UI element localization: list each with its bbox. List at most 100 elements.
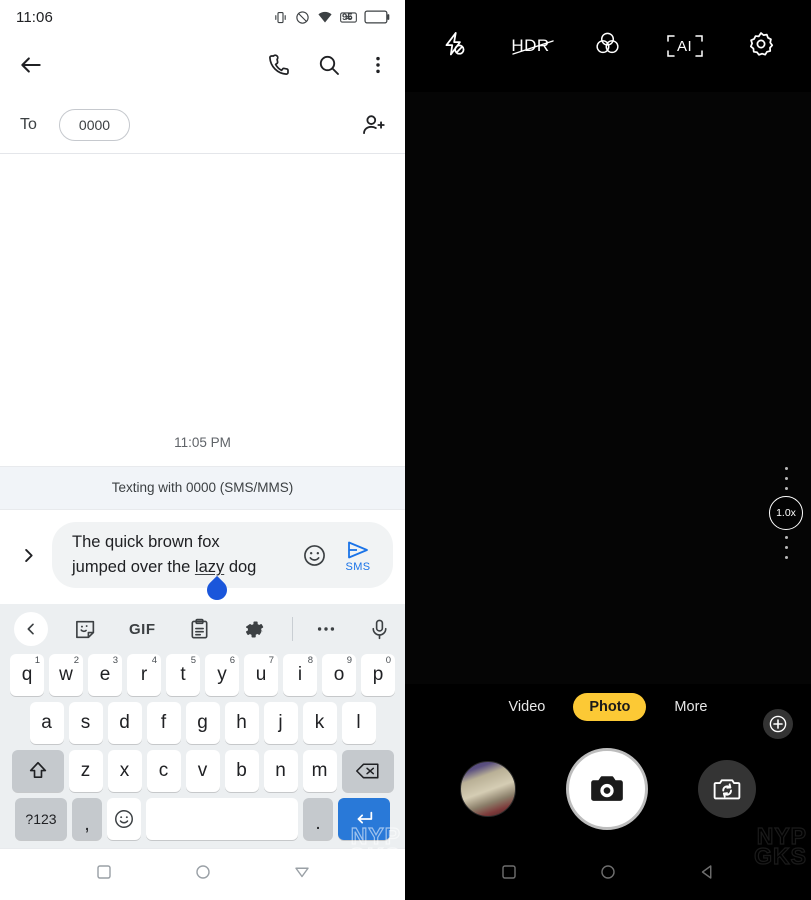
- recents-button[interactable]: [95, 863, 113, 886]
- shift-key[interactable]: [11, 750, 64, 792]
- more-horizontal-icon[interactable]: [315, 618, 337, 640]
- key-k[interactable]: k: [302, 702, 337, 744]
- send-button[interactable]: SMS: [335, 538, 381, 573]
- message-input[interactable]: The quick brown fox jumped over the lazy …: [52, 522, 393, 588]
- mode-more[interactable]: More: [662, 693, 719, 721]
- key-c[interactable]: c: [146, 750, 181, 792]
- add-person-icon[interactable]: [361, 112, 387, 138]
- key-p[interactable]: 0p: [361, 654, 395, 696]
- flip-camera-icon: [713, 779, 741, 800]
- zoom-dot: [784, 546, 788, 549]
- shift-icon: [29, 761, 46, 778]
- keyboard-toolbar: GIF: [0, 604, 405, 654]
- mode-photo[interactable]: Photo: [573, 693, 647, 721]
- mode-video[interactable]: Video: [497, 693, 558, 721]
- enter-key[interactable]: [338, 798, 390, 840]
- gif-button[interactable]: GIF: [129, 621, 156, 638]
- settings-gear-icon[interactable]: [243, 618, 266, 641]
- sms-banner: Texting with 0000 (SMS/MMS): [0, 466, 405, 510]
- sticker-icon[interactable]: [74, 618, 97, 641]
- emoji-key[interactable]: [107, 798, 141, 840]
- back-button[interactable]: [698, 863, 716, 886]
- key-b[interactable]: b: [224, 750, 259, 792]
- back-arrow-icon[interactable]: [18, 52, 44, 78]
- more-vertical-icon[interactable]: [367, 54, 389, 76]
- phone-icon[interactable]: [267, 53, 291, 77]
- emoji-key-icon: [115, 810, 133, 828]
- zoom-dots-bottom: [784, 536, 788, 559]
- recipient-chip[interactable]: 0000: [58, 108, 131, 141]
- microphone-icon[interactable]: [368, 618, 391, 641]
- key-p-number: 0: [385, 655, 391, 666]
- key-w[interactable]: 2w: [49, 654, 83, 696]
- message-composer: The quick brown fox jumped over the lazy …: [0, 510, 405, 605]
- home-button[interactable]: [194, 863, 212, 886]
- key-l[interactable]: l: [341, 702, 376, 744]
- color-filter-icon[interactable]: [593, 29, 622, 63]
- camera-settings-gear-icon[interactable]: [747, 30, 775, 63]
- key-o[interactable]: 9o: [322, 654, 356, 696]
- key-a[interactable]: a: [29, 702, 64, 744]
- zoom-slider[interactable]: 1.0x: [769, 467, 803, 559]
- key-f[interactable]: f: [146, 702, 181, 744]
- wifi-icon: [317, 10, 333, 25]
- gallery-thumbnail[interactable]: [460, 761, 516, 817]
- key-e-number: 3: [112, 655, 118, 666]
- key-h[interactable]: h: [224, 702, 259, 744]
- camera-app-screen: HDR AI 1.0x Video Photo More NYP GKS: [405, 0, 811, 900]
- key-x[interactable]: x: [107, 750, 142, 792]
- key-g[interactable]: g: [185, 702, 220, 744]
- shutter-button[interactable]: [566, 748, 648, 830]
- key-y-label: y: [217, 664, 227, 685]
- key-u-label: u: [255, 664, 267, 685]
- key-s[interactable]: s: [68, 702, 103, 744]
- camera-mode-selector: Video Photo More: [405, 684, 811, 730]
- clipboard-icon[interactable]: [188, 618, 211, 641]
- key-q-label: q: [21, 664, 33, 685]
- battery-icon: 95: [342, 10, 391, 24]
- comma-key[interactable]: ,: [72, 798, 102, 840]
- beauty-effect-icon[interactable]: [763, 709, 793, 739]
- key-t[interactable]: 5t: [166, 654, 200, 696]
- camera-shutter-icon: [591, 776, 623, 801]
- back-button[interactable]: [293, 863, 311, 886]
- key-u-number: 7: [268, 655, 274, 666]
- battery-level-text: 95: [342, 11, 353, 23]
- android-nav-bar-right: NYP GKS: [405, 824, 811, 900]
- key-q-number: 1: [34, 655, 40, 666]
- key-u[interactable]: 7u: [244, 654, 278, 696]
- key-r[interactable]: 4r: [127, 654, 161, 696]
- ai-scene-icon[interactable]: AI: [665, 32, 705, 60]
- home-button[interactable]: [599, 863, 617, 886]
- key-y[interactable]: 6y: [205, 654, 239, 696]
- period-key[interactable]: .: [303, 798, 333, 840]
- key-r-label: r: [140, 664, 148, 685]
- key-o-label: o: [333, 664, 345, 685]
- key-d[interactable]: d: [107, 702, 142, 744]
- key-m[interactable]: m: [302, 750, 337, 792]
- hdr-off-icon[interactable]: HDR: [511, 36, 555, 56]
- keyboard-back-chevron-icon[interactable]: [14, 612, 48, 646]
- key-q[interactable]: 1q: [10, 654, 44, 696]
- send-plane-icon: [348, 541, 368, 558]
- chevron-right-icon[interactable]: [8, 546, 48, 565]
- key-e[interactable]: 3e: [88, 654, 122, 696]
- zoom-level-indicator[interactable]: 1.0x: [769, 496, 803, 530]
- symbols-key[interactable]: ?123: [15, 798, 67, 840]
- zoom-dot: [784, 487, 788, 490]
- space-key[interactable]: [146, 798, 298, 840]
- flash-off-icon[interactable]: [440, 30, 468, 63]
- flip-camera-button[interactable]: [698, 760, 756, 818]
- key-t-label: t: [180, 664, 186, 685]
- emoji-smiley-icon[interactable]: [302, 543, 327, 568]
- recents-button[interactable]: [500, 863, 518, 886]
- backspace-key[interactable]: [341, 750, 394, 792]
- key-z[interactable]: z: [68, 750, 103, 792]
- search-icon[interactable]: [317, 53, 341, 77]
- camera-viewfinder[interactable]: 1.0x: [405, 92, 811, 739]
- app-bar: [0, 34, 405, 96]
- key-n[interactable]: n: [263, 750, 298, 792]
- key-j[interactable]: j: [263, 702, 298, 744]
- key-v[interactable]: v: [185, 750, 220, 792]
- key-i[interactable]: 8i: [283, 654, 317, 696]
